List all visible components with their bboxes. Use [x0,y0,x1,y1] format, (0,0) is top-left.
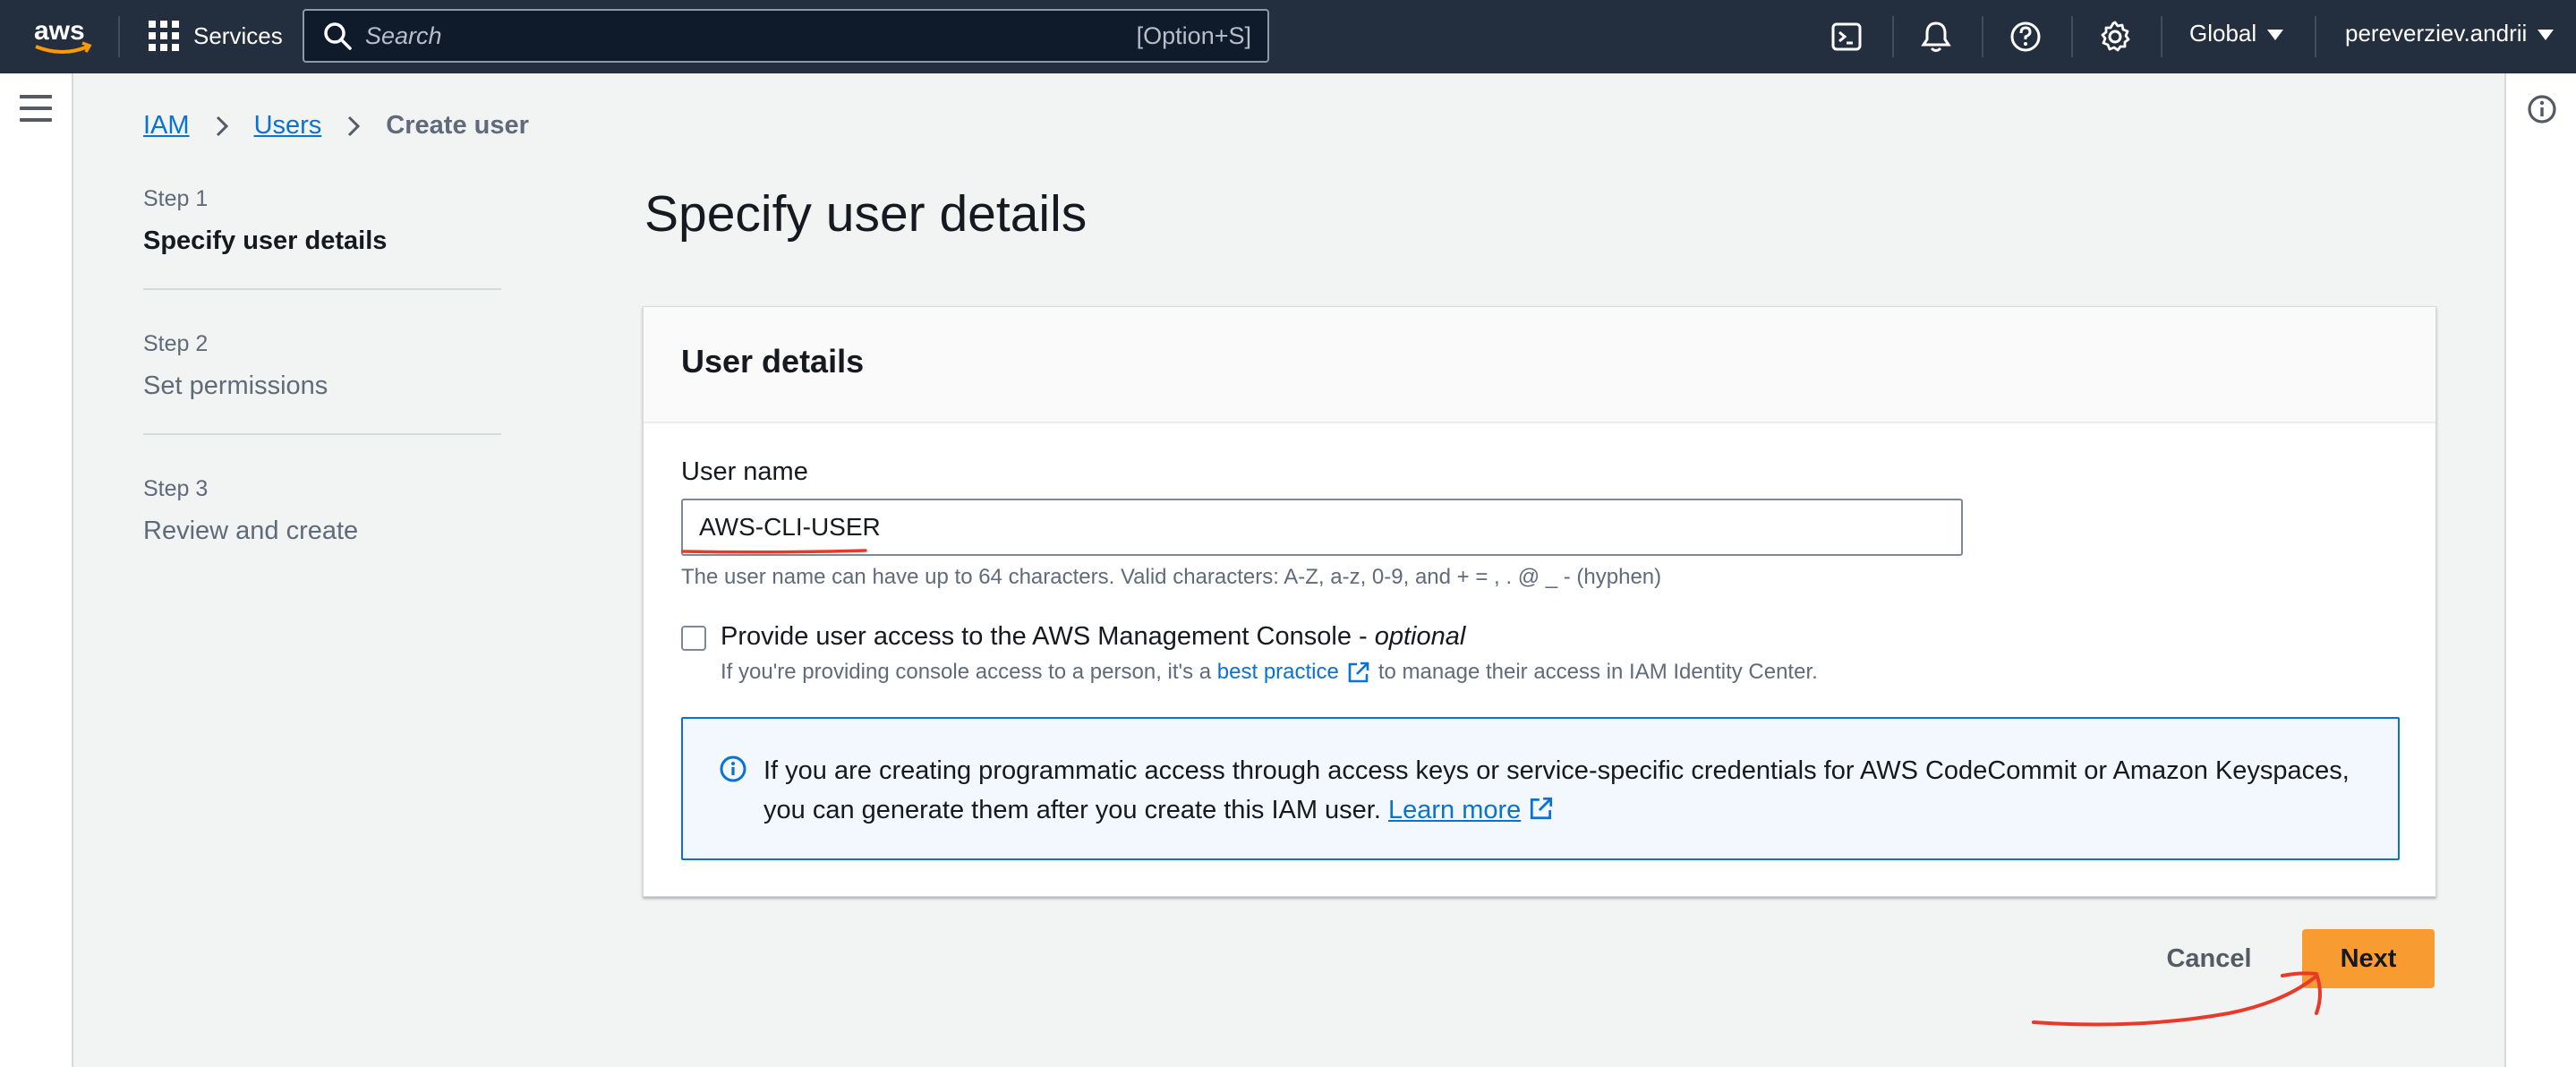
step-number: Step 1 [143,186,209,211]
user-details-panel: User details User name The user name can… [643,306,2436,897]
learn-more-link[interactable]: Learn more [1388,796,1521,824]
step-title: Review and create [143,516,359,545]
step-title: Set permissions [143,371,328,400]
chevron-right-icon [216,115,228,136]
svg-text:aws: aws [34,16,85,46]
nav-divider [2071,16,2073,57]
console-access-checkbox[interactable] [681,626,706,651]
right-tools-rail [2504,73,2576,1067]
step-title: Specify user details [143,226,388,255]
step-number: Step 3 [143,476,209,501]
username-input[interactable] [681,499,1963,556]
annotation-arrow [2032,971,2322,1027]
alert-text: If you are creating programmatic access … [763,756,2350,824]
nav-divider [1892,16,1894,57]
grid-icon [149,21,179,51]
search-input[interactable] [353,21,1137,50]
breadcrumb-link-iam[interactable]: IAM [143,111,190,141]
nav-divider [2315,16,2316,57]
breadcrumb-current: Create user [386,111,529,140]
username-label: User name [681,457,808,486]
info-icon [720,755,746,782]
info-alert: If you are creating programmatic access … [681,717,2400,860]
wizard-step-3[interactable]: Step 3 Review and create [143,476,501,578]
search-icon [324,22,352,50]
breadcrumb-link-users[interactable]: Users [254,111,322,141]
left-navigation-rail [0,73,73,1067]
annotation-underline [681,549,867,554]
services-menu-button[interactable]: Services [149,18,283,54]
search-bar[interactable]: [Option+S] [303,9,1269,63]
external-link-icon[interactable] [1528,795,1555,822]
help-icon[interactable] [2007,18,2044,55]
wizard-step-2[interactable]: Step 2 Set permissions [143,331,501,435]
nav-divider [118,16,120,57]
external-link-icon[interactable] [1346,660,1371,685]
caret-down-icon [2267,29,2284,40]
cloudshell-icon[interactable] [1828,18,1865,55]
nav-divider [2161,16,2162,57]
services-label: Services [193,21,283,49]
console-access-description: If you're providing console access to a … [721,660,1818,685]
wizard-steps: Step 1 Specify user details Step 2 Set p… [143,186,501,619]
bell-icon[interactable] [1917,18,1955,55]
search-shortcut-hint: [Option+S] [1136,21,1251,49]
gear-icon[interactable] [2096,18,2134,55]
best-practice-link[interactable]: best practice [1217,660,1339,685]
username-hint: The user name can have up to 64 characte… [681,565,1662,589]
menu-icon[interactable] [20,95,52,122]
step-number: Step 2 [143,331,209,356]
optional-label: optional [1374,622,1466,651]
page-title: Specify user details [644,185,1088,243]
chevron-right-icon [348,115,361,136]
caret-down-icon [2538,29,2555,40]
info-icon[interactable] [2526,93,2558,125]
region-selector[interactable]: Global [2189,20,2284,47]
region-label: Global [2189,20,2257,47]
breadcrumb: IAM Users Create user [143,111,529,141]
account-name: pereverziev.andrii [2345,20,2528,47]
account-menu[interactable]: pereverziev.andrii [2345,20,2555,47]
aws-logo[interactable]: aws [32,13,95,57]
wizard-step-1[interactable]: Step 1 Specify user details [143,186,501,290]
panel-header [644,307,2435,423]
panel-title: User details [681,343,865,380]
nav-divider [1982,16,1983,57]
top-navigation: aws Services [Option+S] [0,0,2576,73]
console-access-label[interactable]: Provide user access to the AWS Managemen… [721,622,1465,652]
